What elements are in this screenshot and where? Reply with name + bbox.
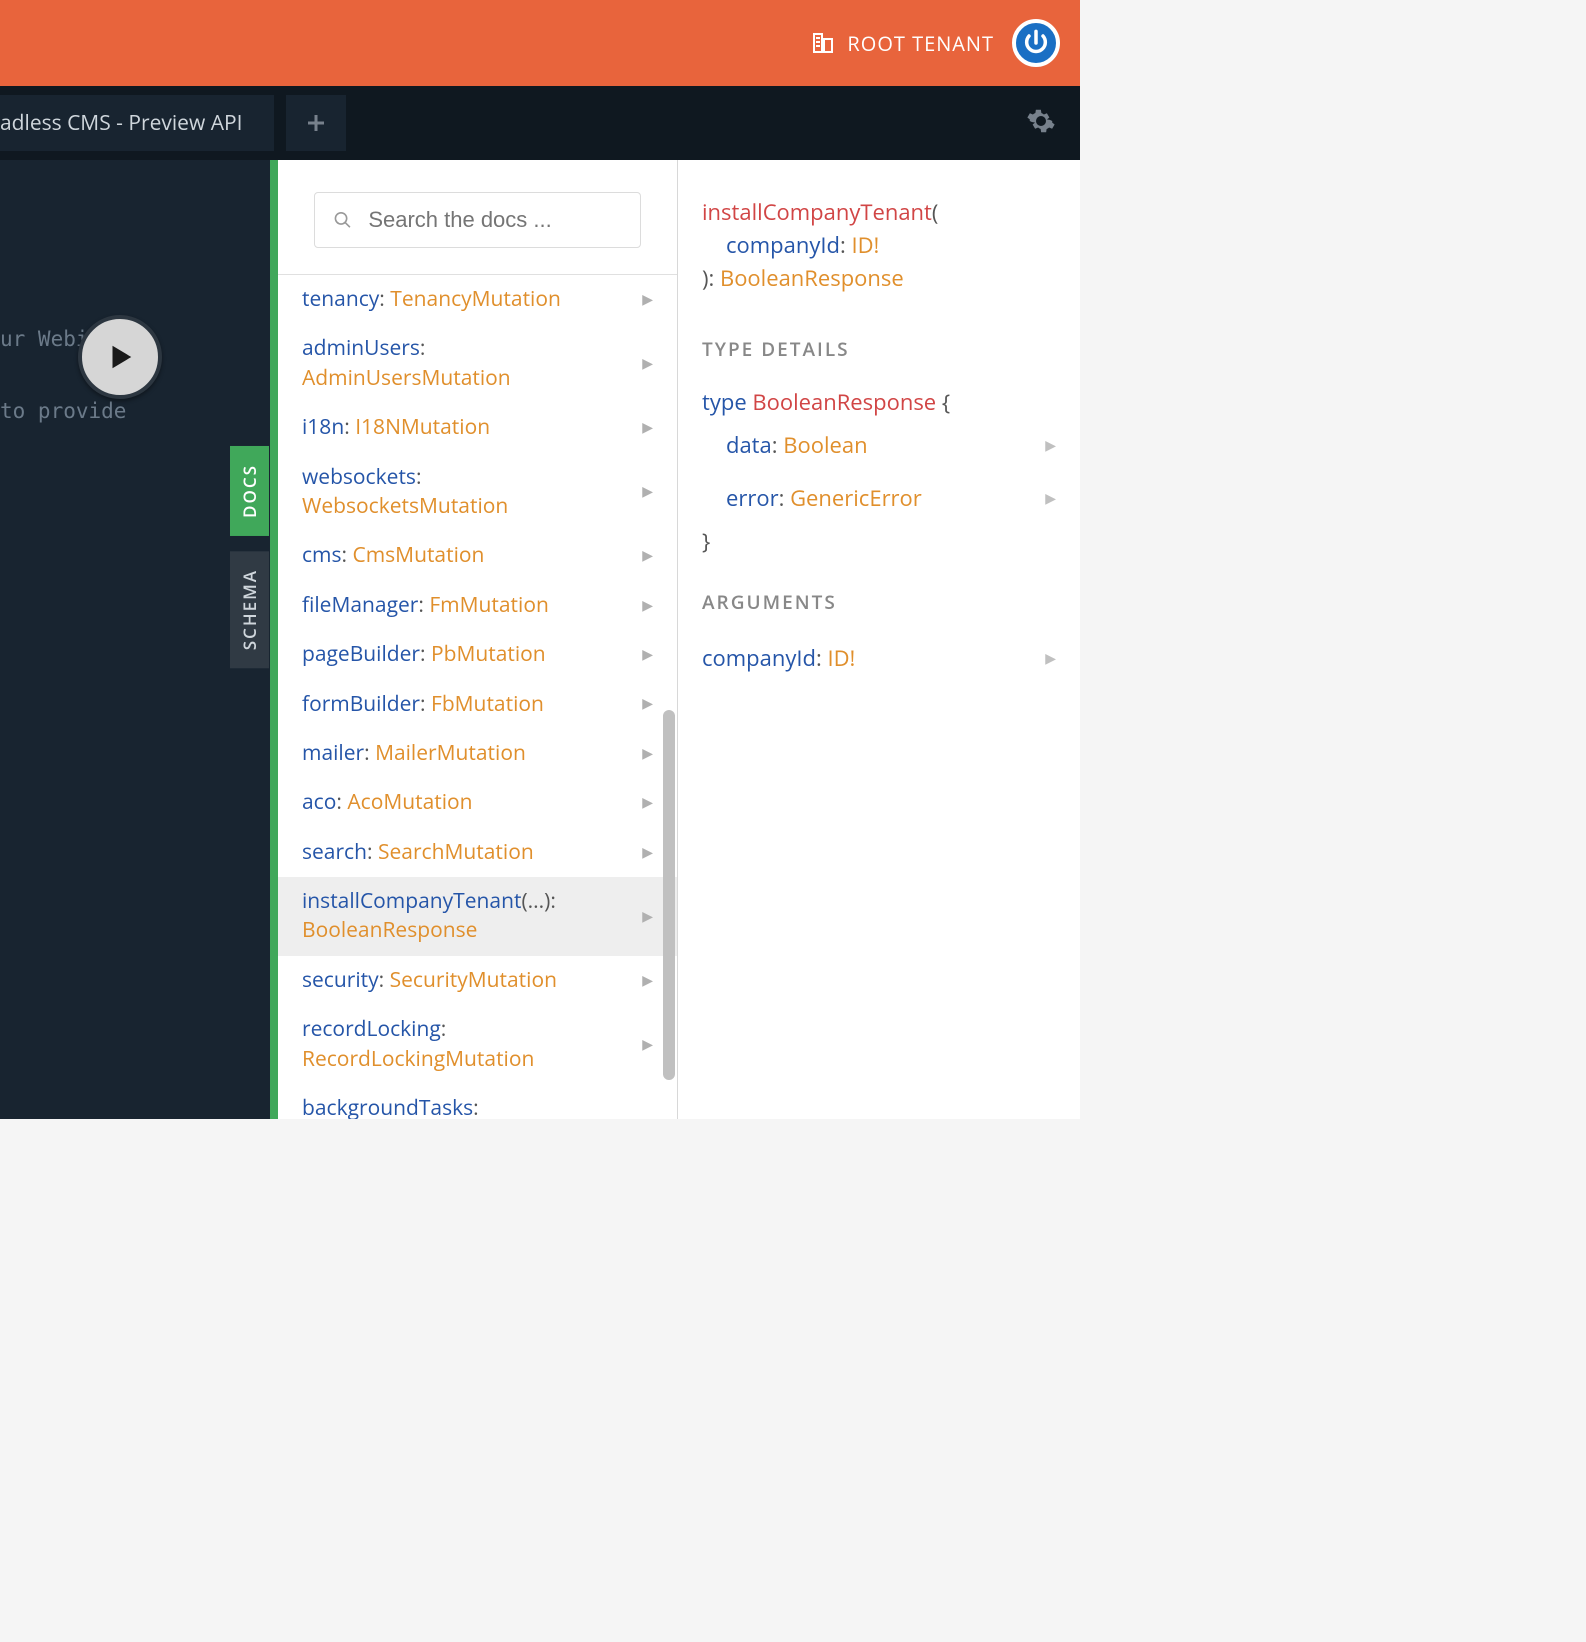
gear-icon xyxy=(1026,106,1056,136)
argument-companyId[interactable]: companyId: ID!▶ xyxy=(702,638,1056,679)
field-item-tenancy[interactable]: tenancy: TenancyMutation▶ xyxy=(278,275,677,324)
plus-icon xyxy=(304,111,328,135)
field-signature: installCompanyTenant( companyId: ID! ): … xyxy=(702,196,1056,295)
chevron-right-icon: ▶ xyxy=(642,971,653,991)
sig-return-type[interactable]: BooleanResponse xyxy=(720,263,904,293)
chevron-right-icon: ▶ xyxy=(1045,648,1056,669)
type-field-error[interactable]: error: GenericError▶ xyxy=(702,472,1056,525)
chevron-right-icon: ▶ xyxy=(642,907,653,927)
user-avatar[interactable] xyxy=(1012,19,1060,67)
search-box[interactable] xyxy=(314,192,641,248)
search-container xyxy=(278,160,677,275)
type-name[interactable]: BooleanResponse xyxy=(752,387,936,417)
sig-name: installCompanyTenant xyxy=(702,197,932,227)
arguments-heading: ARGUMENTS xyxy=(702,588,1056,617)
chevron-right-icon: ▶ xyxy=(642,793,653,813)
search-input[interactable] xyxy=(368,207,622,233)
field-item-cms[interactable]: cms: CmsMutation▶ xyxy=(278,531,677,580)
sig-arg-type[interactable]: ID! xyxy=(851,230,879,260)
chevron-right-icon: ▶ xyxy=(642,744,653,764)
field-item-adminUsers[interactable]: adminUsers: AdminUsersMutation▶ xyxy=(278,324,677,403)
tenant-selector[interactable]: ROOT TENANT xyxy=(811,30,994,57)
tab-bar: adless CMS - Preview API xyxy=(0,86,1080,160)
chevron-right-icon: ▶ xyxy=(642,645,653,665)
field-item-i18n[interactable]: i18n: I18NMutation▶ xyxy=(278,403,677,452)
app-header: ROOT TENANT xyxy=(0,0,1080,86)
field-item-mailer[interactable]: mailer: MailerMutation▶ xyxy=(278,729,677,778)
run-query-button[interactable] xyxy=(78,315,162,399)
tab-title: adless CMS - Preview API xyxy=(0,109,242,137)
chevron-right-icon: ▶ xyxy=(1045,435,1056,456)
add-tab-button[interactable] xyxy=(286,95,346,151)
tenant-label: ROOT TENANT xyxy=(847,30,994,57)
chevron-right-icon: ▶ xyxy=(642,546,653,566)
field-item-formBuilder[interactable]: formBuilder: FbMutation▶ xyxy=(278,680,677,729)
field-list[interactable]: tenancy: TenancyMutation▶adminUsers: Adm… xyxy=(278,275,677,1119)
chevron-right-icon: ▶ xyxy=(1045,488,1056,509)
type-details-heading: TYPE DETAILS xyxy=(702,335,1056,364)
field-item-fileManager[interactable]: fileManager: FmMutation▶ xyxy=(278,581,677,630)
docs-detail-panel: installCompanyTenant( companyId: ID! ): … xyxy=(678,160,1080,1119)
type-field-data[interactable]: data: Boolean▶ xyxy=(702,419,1056,472)
chevron-right-icon: ▶ xyxy=(642,290,653,310)
field-item-backgroundTasks[interactable]: backgroundTasks: WebinyBackgroundTaskMut… xyxy=(278,1084,677,1119)
sig-arg-name: companyId xyxy=(726,230,840,260)
field-item-pageBuilder[interactable]: pageBuilder: PbMutation▶ xyxy=(278,630,677,679)
settings-button[interactable] xyxy=(1026,106,1056,141)
search-icon xyxy=(333,209,352,231)
editor-text: to provide xyxy=(0,392,270,432)
field-item-websockets[interactable]: websockets: WebsocketsMutation▶ xyxy=(278,453,677,532)
building-icon xyxy=(811,31,835,55)
chevron-right-icon: ▶ xyxy=(642,354,653,374)
field-item-recordLocking[interactable]: recordLocking: RecordLockingMutation▶ xyxy=(278,1005,677,1084)
docs-field-list-panel: tenancy: TenancyMutation▶adminUsers: Adm… xyxy=(278,160,678,1119)
scrollbar[interactable] xyxy=(663,710,675,1080)
power-icon xyxy=(1022,29,1050,57)
tab-api[interactable]: adless CMS - Preview API xyxy=(0,95,274,151)
docs-tab[interactable]: DOCS xyxy=(230,446,269,536)
play-icon xyxy=(105,342,135,372)
chevron-right-icon: ▶ xyxy=(642,482,653,502)
chevron-right-icon: ▶ xyxy=(642,596,653,616)
schema-tab[interactable]: SCHEMA xyxy=(230,551,269,668)
field-item-installCompanyTenant[interactable]: installCompanyTenant(...): BooleanRespon… xyxy=(278,877,677,956)
side-tabs: DOCS SCHEMA xyxy=(230,446,270,668)
chevron-right-icon: ▶ xyxy=(642,1035,653,1055)
chevron-right-icon: ▶ xyxy=(642,694,653,714)
chevron-right-icon: ▶ xyxy=(642,418,653,438)
chevron-right-icon: ▶ xyxy=(642,1114,653,1119)
field-item-aco[interactable]: aco: AcoMutation▶ xyxy=(278,778,677,827)
chevron-right-icon: ▶ xyxy=(642,843,653,863)
field-item-security[interactable]: security: SecurityMutation▶ xyxy=(278,956,677,1005)
type-definition: type BooleanResponse { data: Boolean▶err… xyxy=(702,386,1056,558)
workspace: ur Webiny to provide DOCS SCHEMA tenancy… xyxy=(0,160,1080,1119)
field-item-search[interactable]: search: SearchMutation▶ xyxy=(278,828,677,877)
docs-panel: tenancy: TenancyMutation▶adminUsers: Adm… xyxy=(270,160,1080,1119)
